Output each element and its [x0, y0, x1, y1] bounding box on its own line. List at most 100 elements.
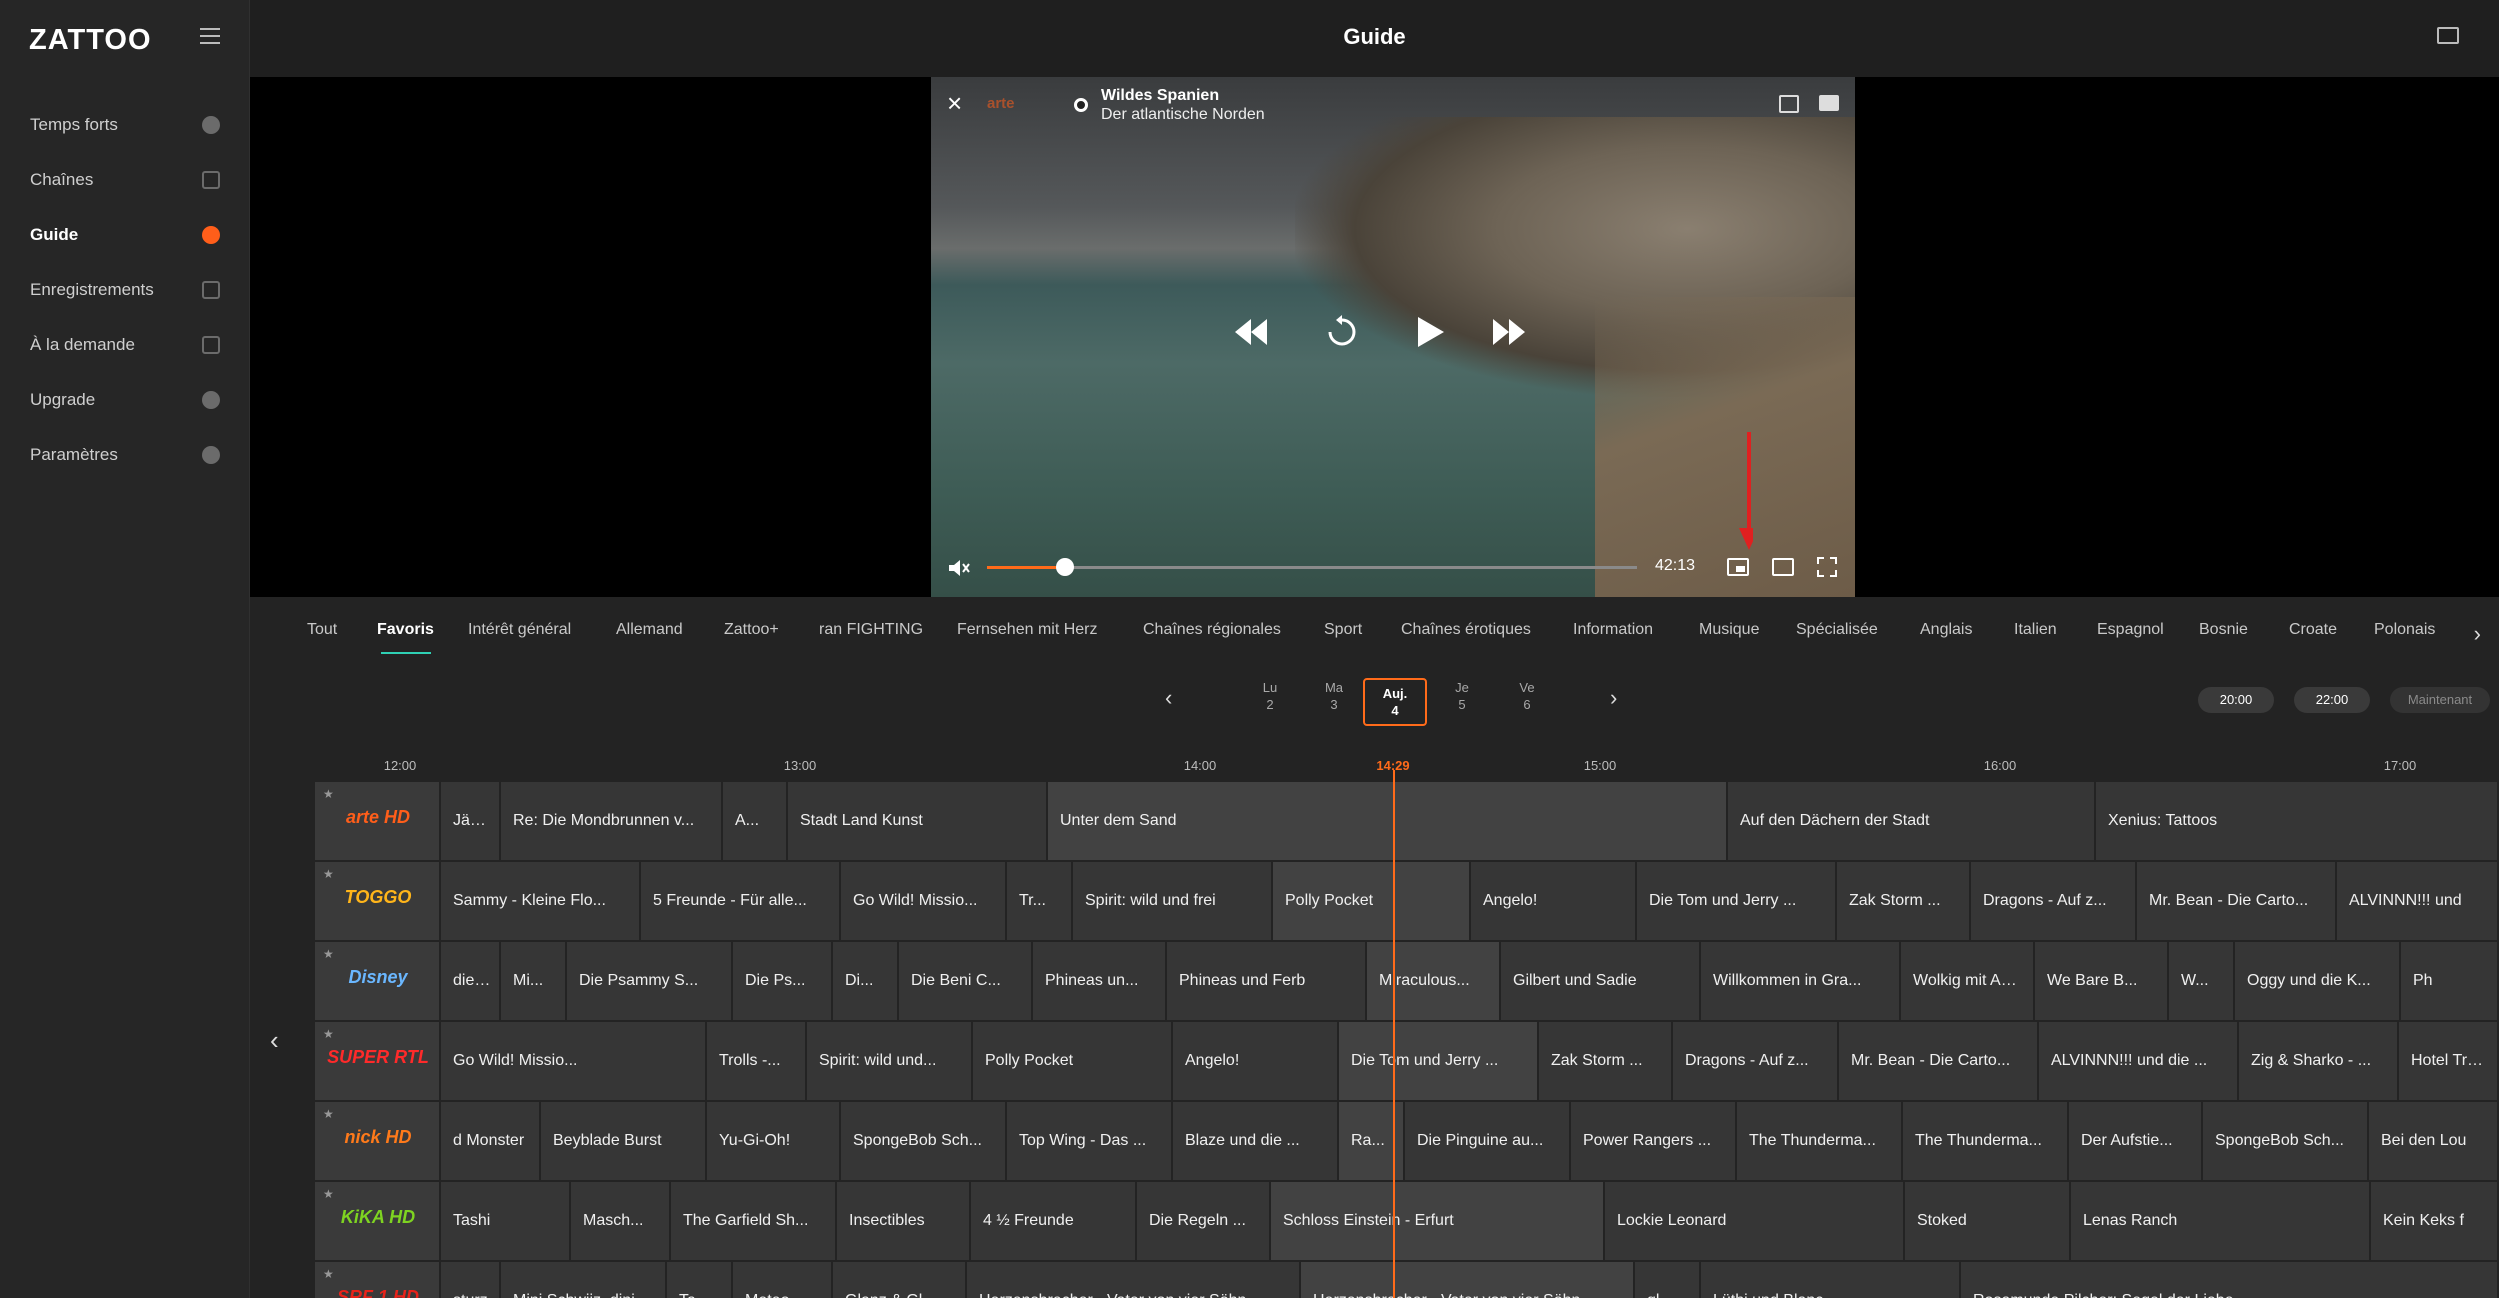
- favorite-star-icon[interactable]: ★: [323, 947, 334, 961]
- program-cell[interactable]: Xenius: Tattoos: [2096, 782, 2499, 860]
- close-icon[interactable]: ×: [947, 90, 971, 116]
- channel-logo[interactable]: ★ KiKA HD: [315, 1182, 441, 1260]
- jump-to-now-button[interactable]: Maintenant: [2390, 687, 2490, 713]
- program-cell[interactable]: Die Pinguine au...: [1405, 1102, 1571, 1180]
- program-cell[interactable]: Phineas und Ferb: [1167, 942, 1367, 1020]
- program-cell[interactable]: Top Wing - Das ...: [1007, 1102, 1173, 1180]
- program-cell[interactable]: Gilbert und Sadie: [1501, 942, 1701, 1020]
- program-cell[interactable]: ALVINNN!!! und die ...: [2039, 1022, 2239, 1100]
- tab-cha-nes-r-gionales[interactable]: Chaînes régionales: [1143, 621, 1281, 639]
- program-cell[interactable]: Sammy - Kleine Flo...: [441, 862, 641, 940]
- chevron-right-icon[interactable]: ›: [1610, 685, 1617, 711]
- tab-italien[interactable]: Italien: [2014, 621, 2057, 639]
- program-cell[interactable]: Ph: [2401, 942, 2499, 1020]
- program-cell[interactable]: 4 ½ Freunde: [971, 1182, 1137, 1260]
- program-cell[interactable]: 5 Freunde - Für alle...: [641, 862, 841, 940]
- day-je[interactable]: Je 5: [1442, 679, 1482, 715]
- program-cell[interactable]: Die Psammy S...: [567, 942, 733, 1020]
- tab-cha-nes-rotiques[interactable]: Chaînes érotiques: [1401, 621, 1531, 639]
- minimize-player-icon[interactable]: [1779, 95, 1799, 113]
- chevron-left-icon[interactable]: ‹: [1165, 685, 1172, 711]
- tab-anglais[interactable]: Anglais: [1920, 621, 1972, 639]
- day-lu[interactable]: Lu 2: [1250, 679, 1290, 715]
- program-cell[interactable]: The Thunderma...: [1903, 1102, 2069, 1180]
- program-cell[interactable]: Polly Pocket: [1273, 862, 1471, 940]
- sidebar-item-enregistrements[interactable]: Enregistrements: [0, 270, 250, 310]
- tab-allemand[interactable]: Allemand: [616, 621, 683, 639]
- program-cell[interactable]: Kein Keks f: [2371, 1182, 2499, 1260]
- program-cell[interactable]: We Bare B...: [2035, 942, 2169, 1020]
- program-cell[interactable]: ALVINNN!!! und: [2337, 862, 2499, 940]
- program-cell[interactable]: Rosamunde Pilcher: Segel der Liebe: [1961, 1262, 2499, 1298]
- day-auj[interactable]: Auj. 4: [1363, 678, 1427, 726]
- sidebar-item-param-tres[interactable]: Paramètres: [0, 435, 250, 475]
- replay-icon[interactable]: [1324, 314, 1360, 350]
- program-cell[interactable]: Hotel Transsilv...: [2399, 1022, 2499, 1100]
- fullscreen-icon[interactable]: [1817, 557, 1837, 577]
- program-cell[interactable]: Power Rangers ...: [1571, 1102, 1737, 1180]
- tab-tout[interactable]: Tout: [307, 621, 337, 639]
- program-cell[interactable]: Beyblade Burst: [541, 1102, 707, 1180]
- video-player[interactable]: × arte Wildes Spanien Der atlantische No…: [931, 77, 1855, 597]
- program-cell[interactable]: Angelo!: [1471, 862, 1637, 940]
- zattoo-logo[interactable]: ZATTOO: [29, 24, 152, 57]
- program-cell[interactable]: Miraculous...: [1367, 942, 1501, 1020]
- sidebar-item--la-demande[interactable]: À la demande: [0, 325, 250, 365]
- program-cell[interactable]: Dragons - Auf z...: [1673, 1022, 1839, 1100]
- program-cell[interactable]: Meteo ...: [733, 1262, 833, 1298]
- program-cell[interactable]: Oggy und die K...: [2235, 942, 2401, 1020]
- program-cell[interactable]: Herzensbrecher - Vater von vier Söhn...: [1301, 1262, 1635, 1298]
- program-cell[interactable]: Ta...: [667, 1262, 733, 1298]
- favorite-star-icon[interactable]: ★: [323, 867, 334, 881]
- play-icon[interactable]: [1414, 315, 1446, 349]
- program-cell[interactable]: Schloss Einstein - Erfurt: [1271, 1182, 1605, 1260]
- seek-handle[interactable]: [1056, 558, 1074, 576]
- program-cell[interactable]: sturz: [441, 1262, 501, 1298]
- menu-icon[interactable]: [200, 28, 220, 44]
- program-cell[interactable]: Phineas un...: [1033, 942, 1167, 1020]
- seek-bar[interactable]: [987, 558, 1637, 576]
- tab-zattoo-[interactable]: Zattoo+: [724, 621, 779, 639]
- day-ve[interactable]: Ve 6: [1507, 679, 1547, 715]
- program-cell[interactable]: Re: Die Mondbrunnen v...: [501, 782, 723, 860]
- jump-to-22-button[interactable]: 22:00: [2294, 687, 2370, 713]
- program-cell[interactable]: A...: [723, 782, 788, 860]
- program-cell[interactable]: SpongeBob Sch...: [841, 1102, 1007, 1180]
- program-cell[interactable]: Angelo!: [1173, 1022, 1339, 1100]
- chevron-right-icon[interactable]: ›: [2474, 621, 2481, 647]
- program-cell[interactable]: Trolls -...: [707, 1022, 807, 1100]
- tab-musique[interactable]: Musique: [1699, 621, 1759, 639]
- program-cell[interactable]: Glanz & Gl...: [833, 1262, 967, 1298]
- tab-polonais[interactable]: Polonais: [2374, 621, 2435, 639]
- picture-in-picture-icon[interactable]: [1727, 558, 1749, 576]
- tab-fernsehen-mit-herz[interactable]: Fernsehen mit Herz: [957, 621, 1098, 639]
- program-cell[interactable]: Mr. Bean - Die Carto...: [1839, 1022, 2039, 1100]
- program-cell[interactable]: Stadt Land Kunst: [788, 782, 1048, 860]
- mute-icon[interactable]: [947, 558, 971, 578]
- fast-forward-icon[interactable]: [1491, 317, 1527, 347]
- chevron-left-icon[interactable]: ‹: [270, 1025, 279, 1056]
- program-cell[interactable]: Der Aufstie...: [2069, 1102, 2203, 1180]
- cast-icon[interactable]: [2437, 27, 2459, 44]
- jump-to-20-button[interactable]: 20:00: [2198, 687, 2274, 713]
- rewind-icon[interactable]: [1233, 317, 1269, 347]
- tab-ran-fighting[interactable]: ran FIGHTING: [819, 621, 923, 639]
- program-cell[interactable]: Dragons - Auf z...: [1971, 862, 2137, 940]
- program-cell[interactable]: Jäger: [441, 782, 501, 860]
- program-cell[interactable]: Ra...: [1339, 1102, 1405, 1180]
- program-cell[interactable]: Zig & Sharko - ...: [2239, 1022, 2399, 1100]
- program-cell[interactable]: Blaze und die ...: [1173, 1102, 1339, 1180]
- program-cell[interactable]: The Garfield Sh...: [671, 1182, 837, 1260]
- program-cell[interactable]: Mi...: [501, 942, 567, 1020]
- tab-sport[interactable]: Sport: [1324, 621, 1362, 639]
- channel-logo[interactable]: ★ Disney: [315, 942, 441, 1020]
- program-cell[interactable]: Insectibles: [837, 1182, 971, 1260]
- program-cell[interactable]: Tashi: [441, 1182, 571, 1260]
- program-cell[interactable]: gl...: [1635, 1262, 1701, 1298]
- program-cell[interactable]: Mr. Bean - Die Carto...: [2137, 862, 2337, 940]
- tab-espagnol[interactable]: Espagnol: [2097, 621, 2164, 639]
- program-cell[interactable]: Die Beni C...: [899, 942, 1033, 1020]
- program-cell[interactable]: Willkommen in Gra...: [1701, 942, 1901, 1020]
- program-cell[interactable]: Stoked: [1905, 1182, 2071, 1260]
- program-cell[interactable]: Masch...: [571, 1182, 671, 1260]
